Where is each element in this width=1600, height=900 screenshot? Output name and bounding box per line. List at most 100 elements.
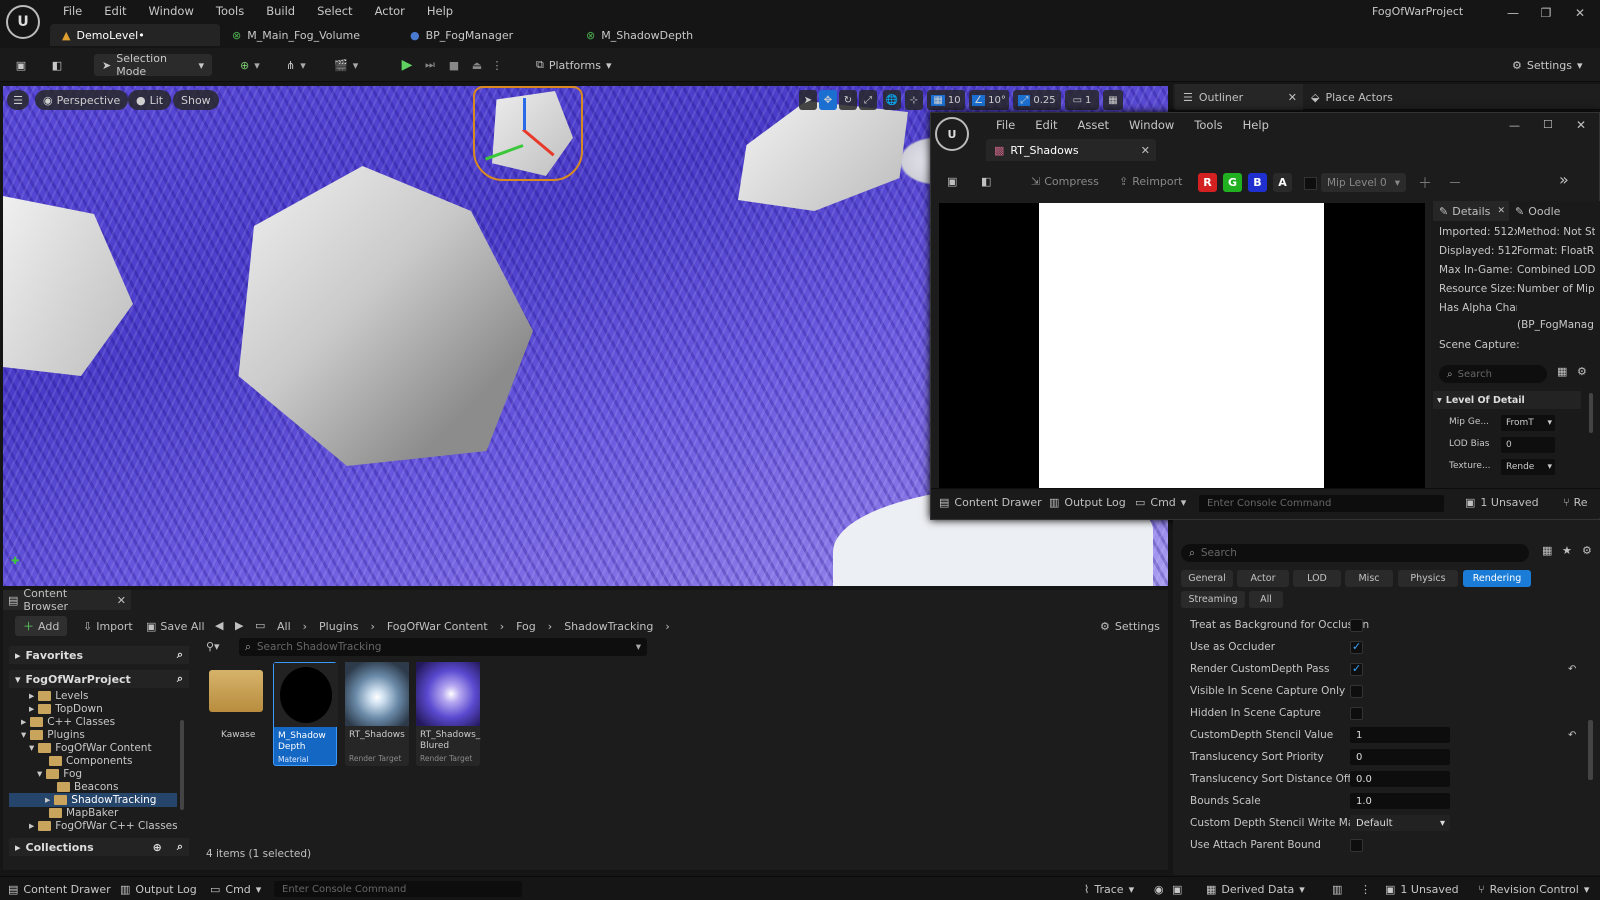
scale-tool-icon[interactable]: ⤢ [859, 90, 877, 110]
category-actor[interactable]: Actor [1237, 570, 1289, 587]
show-button[interactable]: Show [173, 90, 219, 110]
close-icon[interactable]: ✕ [1497, 206, 1505, 216]
menu-window[interactable]: Window [1119, 117, 1184, 133]
menu-tools[interactable]: Tools [205, 2, 255, 20]
rock-mesh[interactable] [738, 101, 908, 211]
use-attach-parent-bound-checkbox[interactable] [1350, 838, 1363, 852]
search-icon[interactable]: ⌕ [177, 648, 183, 662]
breadcrumb-all[interactable]: All [277, 620, 291, 633]
tree-item-shadowtracking[interactable]: ▸ ShadowTracking [9, 793, 177, 807]
asset-search-input[interactable]: ⌕ Search ShadowTracking ▾ [239, 638, 647, 656]
record-icon[interactable]: ◉ [1154, 881, 1164, 897]
output-log-button[interactable]: ▥ Output Log [1049, 496, 1126, 509]
settings-button[interactable]: ⚙ Settings ▾ [1512, 54, 1583, 76]
close-icon[interactable]: ✕ [1141, 144, 1150, 157]
move-tool-icon[interactable]: ✥ [819, 90, 837, 110]
step-icon[interactable]: ⏭ [421, 54, 439, 76]
selection-mode-button[interactable]: ➤ Selection Mode ▾ [94, 52, 212, 78]
cinematics-button[interactable]: 🎬 ▾ [334, 54, 358, 76]
filter-icon[interactable]: ⚲▾ [206, 640, 220, 653]
tab-details[interactable]: ✎ Details ✕ [1433, 201, 1509, 221]
add-actor-button[interactable]: ⊕ ▾ [240, 54, 260, 76]
visible-in-scene-capture-checkbox[interactable] [1350, 684, 1363, 698]
minimize-icon[interactable]: — [1509, 119, 1520, 132]
bounds-scale-field[interactable]: 1.0 [1350, 793, 1450, 809]
tree-item-mapbaker[interactable]: MapBaker [49, 807, 118, 819]
breadcrumb-fog[interactable]: Fog [516, 620, 536, 633]
world-space-icon[interactable]: 🌐 [883, 90, 901, 110]
close-icon[interactable]: ✕ [1576, 118, 1586, 132]
tab-oodle[interactable]: ✎ Oodle [1515, 201, 1560, 221]
category-general[interactable]: General [1181, 570, 1233, 587]
unsaved-button[interactable]: ▣ 1 Unsaved [1385, 881, 1459, 897]
collections-header[interactable]: ▸ Collections ⊕ ⌕ [9, 838, 189, 856]
star-icon[interactable]: ★ [1562, 544, 1572, 557]
translucency-offset-field[interactable]: 0.0 [1350, 771, 1450, 787]
hidden-in-scene-capture-checkbox[interactable] [1350, 706, 1363, 720]
mip-minus-icon[interactable]: － [1448, 173, 1462, 193]
channel-r-toggle[interactable]: R [1198, 173, 1217, 192]
stop-icon[interactable]: ■ [445, 54, 463, 76]
rock-mesh[interactable] [238, 166, 533, 466]
tree-item-levels[interactable]: ▸ Levels [29, 690, 88, 702]
search-icon[interactable]: ⌕ [177, 840, 183, 854]
tab-rt-shadows[interactable]: ▩ RT_Shadows ✕ [986, 139, 1156, 161]
reset-to-default-icon[interactable]: ↶ [1568, 664, 1576, 675]
tree-scrollbar[interactable] [180, 720, 184, 810]
menu-actor[interactable]: Actor [364, 2, 416, 20]
tab-outliner[interactable]: ☰ Outliner ✕ [1175, 84, 1303, 110]
use-as-occluder-checkbox[interactable] [1350, 640, 1363, 654]
details-scrollbar[interactable] [1589, 393, 1593, 433]
stencil-write-mask-select[interactable]: Default ▾ [1350, 815, 1450, 831]
gear-icon[interactable]: ⚙ [1577, 365, 1587, 378]
revision-control-button[interactable]: ⑂ Re [1563, 496, 1588, 509]
tree-item-topdown[interactable]: ▸ TopDown [29, 703, 103, 715]
reset-to-default-icon[interactable]: ↶ [1568, 730, 1576, 741]
viewport-layout-icon[interactable]: ▦ [1103, 90, 1123, 110]
reimport-button[interactable]: ⇪ Reimport [1119, 175, 1182, 188]
expand-toolbar-icon[interactable]: » [1559, 170, 1569, 189]
tree-item-plugins[interactable]: ▾ Plugins [21, 729, 85, 741]
trace-button[interactable]: ⌇ Trace ▾ [1084, 881, 1134, 897]
surface-snap-icon[interactable]: ⊹ [905, 90, 923, 110]
tab-content-browser[interactable]: ▤ Content Browser ✕ [3, 587, 131, 613]
asset-tile[interactable]: Kawase [205, 662, 269, 766]
lit-button[interactable]: ● Lit [128, 90, 172, 110]
compress-button[interactable]: ⇲ Compress [1031, 175, 1099, 188]
breadcrumb-plugins[interactable]: Plugins [319, 620, 358, 633]
search-icon[interactable]: ⌕ [177, 672, 183, 686]
content-drawer-button[interactable]: ▤ Content Drawer [8, 881, 111, 897]
menu-asset[interactable]: Asset [1068, 117, 1119, 133]
menu-file[interactable]: File [52, 2, 93, 20]
gizmo-z-axis[interactable] [523, 98, 526, 130]
minimize-icon[interactable]: — [1503, 6, 1523, 22]
favorites-header[interactable]: ▸ Favorites ⌕ [9, 646, 189, 664]
unreal-logo-icon[interactable]: U [6, 5, 40, 39]
more-icon[interactable]: ⋮ [1360, 881, 1371, 897]
category-all[interactable]: All [1249, 591, 1283, 608]
menu-edit[interactable]: Edit [1025, 117, 1067, 133]
menu-edit[interactable]: Edit [93, 2, 137, 20]
rock-mesh[interactable] [3, 196, 133, 376]
tree-item-fog[interactable]: ▾ Fog [37, 768, 82, 780]
category-misc[interactable]: Misc [1345, 570, 1393, 587]
gear-icon[interactable]: ⚙ [1582, 544, 1592, 557]
grid-snap-button[interactable]: ▦ 10 [927, 90, 965, 110]
menu-build[interactable]: Build [255, 2, 306, 20]
viewport-menu-button[interactable]: ☰ [7, 90, 29, 110]
tab-demolevel[interactable]: ▲ DemoLevel• [50, 24, 220, 46]
mip-level-select[interactable]: Mip Level 0 ▾ [1321, 173, 1406, 192]
treat-as-background-checkbox[interactable] [1350, 618, 1363, 632]
mip-plus-icon[interactable]: ＋ [1418, 173, 1432, 193]
category-lod[interactable]: LOD [1293, 570, 1341, 587]
unreal-logo-icon[interactable]: U [935, 117, 969, 151]
tab-m-shadowdepth[interactable]: ⊗ M_ShadowDepth [574, 24, 734, 46]
camera-speed-button[interactable]: ▭ 1 [1065, 90, 1099, 110]
table-view-icon[interactable]: ▦ [1557, 365, 1567, 378]
render-customdepth-checkbox[interactable] [1350, 662, 1363, 676]
eject-icon[interactable]: ⏏ [468, 54, 486, 76]
tree-item-fogofwar-cpp[interactable]: ▸ FogOfWar C++ Classes [29, 820, 178, 832]
perspective-button[interactable]: ◉ Perspective [35, 90, 129, 110]
asset-tile[interactable]: RT_Shadows Render Target [345, 662, 409, 766]
lod-mipgen-select[interactable]: FromT ▾ [1501, 415, 1555, 431]
